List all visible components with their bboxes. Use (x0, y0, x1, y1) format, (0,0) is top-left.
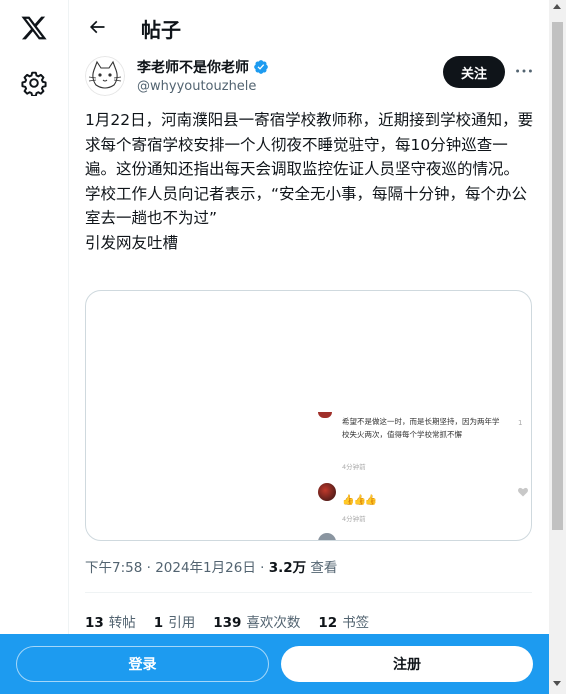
main-column: 帖子 李老师不是你老师 @whyyoutouzhele 关注 1月22日，河南濮… (69, 0, 549, 694)
divider (85, 592, 532, 593)
scrollbar-thumb[interactable] (552, 22, 563, 530)
display-name-text: 李老师不是你老师 (137, 60, 249, 76)
separator: · (255, 560, 269, 576)
x-logo-icon[interactable] (20, 14, 48, 42)
user-handle[interactable]: @whyyoutouzhele (137, 79, 256, 94)
quotes-label: 引用 (168, 615, 196, 631)
login-button[interactable]: 登录 (16, 646, 269, 682)
login-bar: 登录 注册 (0, 634, 549, 694)
views-label: 查看 (306, 560, 338, 576)
comment-screenshot: 希望不是做这一时，而是长期坚持，因为两年学校失火两次，值得每个学校常抓不懈 1 … (312, 409, 531, 540)
comment-avatar (318, 412, 332, 418)
tweet-time[interactable]: 下午7:58 (85, 560, 142, 576)
retweets-stat[interactable]: 13 转帖 (85, 611, 136, 631)
page-header: 帖子 (69, 0, 549, 54)
comment-time: 4分钟前 (342, 463, 366, 471)
comment-time: 4分钟前 (342, 515, 366, 523)
left-rail (0, 0, 69, 694)
engagement-stats: 13 转帖 1 引用 139 喜欢次数 12 书签 (85, 611, 369, 631)
verified-icon (254, 60, 268, 74)
tweet-paragraph: 引发网友吐槽 (85, 233, 179, 252)
views-count: 3.2万 (268, 560, 307, 576)
scrollbar[interactable] (549, 0, 566, 694)
signup-button[interactable]: 注册 (281, 646, 533, 682)
bookmarks-label: 书签 (342, 615, 370, 631)
comment-like-count: 1 (518, 419, 523, 427)
retweets-count: 13 (85, 615, 104, 631)
scroll-up-arrow-icon[interactable] (553, 4, 561, 9)
retweets-label: 转帖 (108, 615, 136, 631)
follow-button[interactable]: 关注 (443, 56, 505, 88)
likes-count: 139 (213, 615, 242, 631)
quotes-count: 1 (153, 615, 164, 631)
scroll-down-arrow-icon[interactable] (553, 681, 561, 686)
tweet-text: 1月22日，河南濮阳县一寄宿学校教师称，近期接到学校通知，要求每个寄宿学校安排一… (85, 108, 535, 256)
comment-avatar (318, 483, 336, 501)
back-arrow-icon[interactable] (87, 17, 107, 37)
more-icon[interactable] (513, 60, 535, 82)
tweet-paragraph: 学校工作人员向记者表示，“安全无小事，每隔十分钟，每个办公室去一趟也不为过” (85, 184, 528, 228)
author-row: 李老师不是你老师 @whyyoutouzhele 关注 (85, 54, 535, 104)
separator: · (142, 560, 156, 576)
tweet-paragraph: 1月22日，河南濮阳县一寄宿学校教师称，近期接到学校通知，要求每个寄宿学校安排一… (85, 111, 534, 179)
avatar-cat-drawing (85, 56, 125, 96)
comment-text: 👍👍👍 (342, 495, 377, 506)
tweet-date[interactable]: 2024年1月26日 (155, 560, 256, 576)
tweet-meta: 下午7:58 · 2024年1月26日 · 3.2万 查看 (85, 556, 337, 576)
quotes-stat[interactable]: 1 引用 (154, 611, 195, 631)
heart-icon (518, 487, 528, 497)
likes-label: 喜欢次数 (246, 615, 301, 631)
likes-stat[interactable]: 139 喜欢次数 (213, 611, 300, 631)
comment-avatar (318, 533, 336, 540)
tweet-media[interactable]: 希望不是做这一时，而是长期坚持，因为两年学校失火两次，值得每个学校常抓不懈 1 … (85, 290, 532, 541)
avatar[interactable] (85, 56, 125, 96)
bookmarks-count: 12 (318, 615, 338, 631)
bookmarks-stat[interactable]: 12 书签 (318, 611, 369, 631)
comment-text: 希望不是做这一时，而是长期坚持，因为两年学校失火两次，值得每个学校常抓不懈 (342, 417, 500, 439)
settings-icon[interactable] (21, 70, 47, 96)
page-title: 帖子 (141, 18, 181, 42)
display-name[interactable]: 李老师不是你老师 (137, 57, 269, 77)
